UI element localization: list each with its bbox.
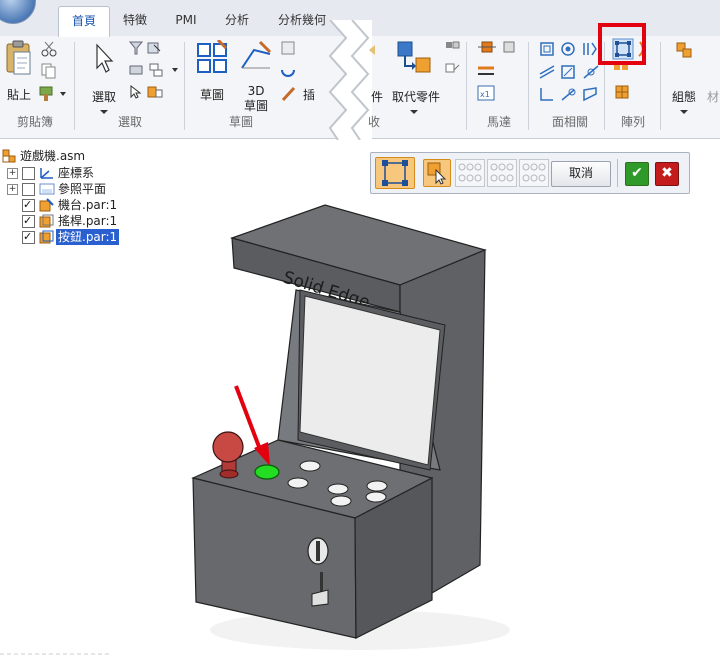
motor-tools-icon[interactable]: x1 bbox=[476, 40, 524, 107]
highlight-box bbox=[598, 23, 646, 65]
expand-icon[interactable]: + bbox=[7, 168, 18, 179]
close-button[interactable]: ✖ bbox=[655, 162, 679, 186]
group-label-select: 選取 bbox=[117, 115, 142, 129]
tree-item-label: 按鈕.par:1 bbox=[56, 229, 120, 245]
game-button bbox=[327, 483, 349, 495]
sketch-tools-icon[interactable] bbox=[280, 40, 298, 107]
collapse-arrow-icon[interactable] bbox=[368, 44, 376, 59]
game-button bbox=[287, 477, 309, 489]
sketch-3d-label-line2: 草圖 bbox=[243, 99, 268, 113]
pattern-feature-step-button[interactable] bbox=[455, 159, 485, 187]
group-separator bbox=[74, 42, 75, 130]
select-part-icon bbox=[427, 162, 447, 185]
tree-item-label: 機台.par:1 bbox=[58, 198, 118, 212]
face-relate-icons[interactable] bbox=[538, 40, 602, 107]
visibility-checkbox[interactable] bbox=[22, 213, 35, 229]
group-label-sketch: 草圖 bbox=[228, 115, 253, 129]
tab-features[interactable]: 特徵 bbox=[112, 6, 158, 36]
replace-part-icon[interactable] bbox=[396, 40, 432, 79]
group-label-face-relate: 面相關 bbox=[551, 115, 588, 129]
group-separator bbox=[528, 42, 529, 130]
command-bar-separator bbox=[617, 159, 618, 187]
select-arrow-icon[interactable] bbox=[90, 42, 116, 79]
visibility-checkbox[interactable] bbox=[22, 167, 35, 180]
tree-item-label: 參照平面 bbox=[58, 182, 107, 196]
ribbon: 首頁 特徵 PMI 分析 分析幾何 貼上 剪貼簿 選取 選取 草圖 3D 草圖 … bbox=[0, 0, 720, 140]
group-label-motor: 馬達 bbox=[486, 115, 511, 129]
select-tools-icon[interactable] bbox=[128, 62, 180, 81]
joystick-base bbox=[219, 469, 239, 479]
game-button bbox=[365, 491, 387, 503]
game-button bbox=[366, 480, 388, 492]
pattern-duplicate-icon[interactable] bbox=[612, 62, 632, 105]
filter-select-icon[interactable] bbox=[128, 40, 168, 59]
pattern-icon bbox=[382, 160, 408, 186]
group-separator bbox=[466, 42, 467, 130]
replace-tools-icon[interactable] bbox=[444, 40, 462, 83]
expand-icon[interactable]: + bbox=[7, 184, 18, 195]
sketch-label: 草圖 bbox=[199, 88, 224, 102]
chevron-down-icon[interactable] bbox=[680, 104, 688, 118]
pattern-dots-icon bbox=[458, 163, 482, 182]
visibility-checkbox[interactable] bbox=[22, 183, 35, 196]
selected-button[interactable] bbox=[254, 464, 280, 480]
group-separator bbox=[660, 42, 661, 130]
torn-edge bbox=[328, 20, 372, 140]
assembly-icon bbox=[2, 149, 16, 167]
game-button bbox=[299, 460, 321, 472]
select-box-icon[interactable] bbox=[128, 84, 168, 103]
pattern-command-bar: 取消 ✔ ✖ bbox=[370, 152, 690, 194]
tab-pmi[interactable]: PMI bbox=[164, 6, 208, 36]
tree-item-label: 搖桿.par:1 bbox=[58, 214, 118, 228]
lock-bar bbox=[320, 572, 323, 594]
close-icon: ✖ bbox=[661, 165, 673, 181]
game-button bbox=[330, 495, 352, 507]
copy-icon[interactable] bbox=[40, 62, 58, 83]
group-separator bbox=[184, 42, 185, 130]
tab-analysis[interactable]: 分析 bbox=[214, 6, 260, 36]
coin-slot-opening bbox=[316, 541, 320, 561]
sketch-icon[interactable] bbox=[196, 38, 228, 79]
group-label-pattern: 陣列 bbox=[620, 115, 645, 129]
pattern-dots-icon bbox=[490, 163, 514, 182]
pattern-step-button[interactable] bbox=[375, 157, 415, 189]
group-label-collect-partial: 收 bbox=[367, 115, 380, 129]
visibility-checkbox[interactable] bbox=[22, 197, 35, 213]
cut-icon[interactable] bbox=[40, 40, 58, 61]
paste-label: 貼上 bbox=[6, 88, 31, 102]
paste-icon[interactable] bbox=[4, 40, 34, 85]
status-strip bbox=[0, 648, 120, 656]
pattern-dots-icon bbox=[522, 163, 546, 182]
arcade-machine-model[interactable]: Solid Edge bbox=[180, 195, 520, 655]
svg-text:x1: x1 bbox=[480, 90, 490, 99]
visibility-checkbox[interactable] bbox=[22, 229, 35, 245]
group-config-icon[interactable] bbox=[676, 42, 694, 63]
tab-home[interactable]: 首頁 bbox=[58, 6, 110, 37]
replace-part-label: 取代零件 bbox=[391, 90, 440, 104]
format-painter-icon[interactable] bbox=[38, 84, 70, 105]
sketch-3d-icon[interactable] bbox=[240, 40, 274, 77]
joystick-ball bbox=[212, 431, 244, 463]
group-label-clipboard: 剪貼簿 bbox=[16, 115, 53, 129]
select-label: 選取 bbox=[91, 90, 116, 104]
tree-item-label: 遊戲機.asm bbox=[20, 149, 86, 163]
reference-point-step-button[interactable] bbox=[487, 159, 517, 187]
tree-item-label: 座標系 bbox=[58, 166, 95, 180]
accept-button[interactable]: ✔ bbox=[625, 162, 649, 186]
checkmark-icon: ✔ bbox=[631, 165, 643, 181]
select-part-step-button[interactable] bbox=[423, 159, 451, 187]
sketch-3d-label-line1: 3D bbox=[247, 84, 265, 98]
chevron-down-icon[interactable] bbox=[410, 104, 418, 118]
group-config-label: 組態 bbox=[671, 90, 696, 104]
cancel-button[interactable]: 取消 bbox=[551, 161, 611, 187]
replace-part-label-partial: 件 bbox=[370, 90, 383, 104]
group-label-far-right-partial: 材 bbox=[706, 90, 719, 104]
target-point-step-button[interactable] bbox=[519, 159, 549, 187]
application-button[interactable] bbox=[0, 0, 36, 24]
part-icon bbox=[39, 230, 55, 248]
